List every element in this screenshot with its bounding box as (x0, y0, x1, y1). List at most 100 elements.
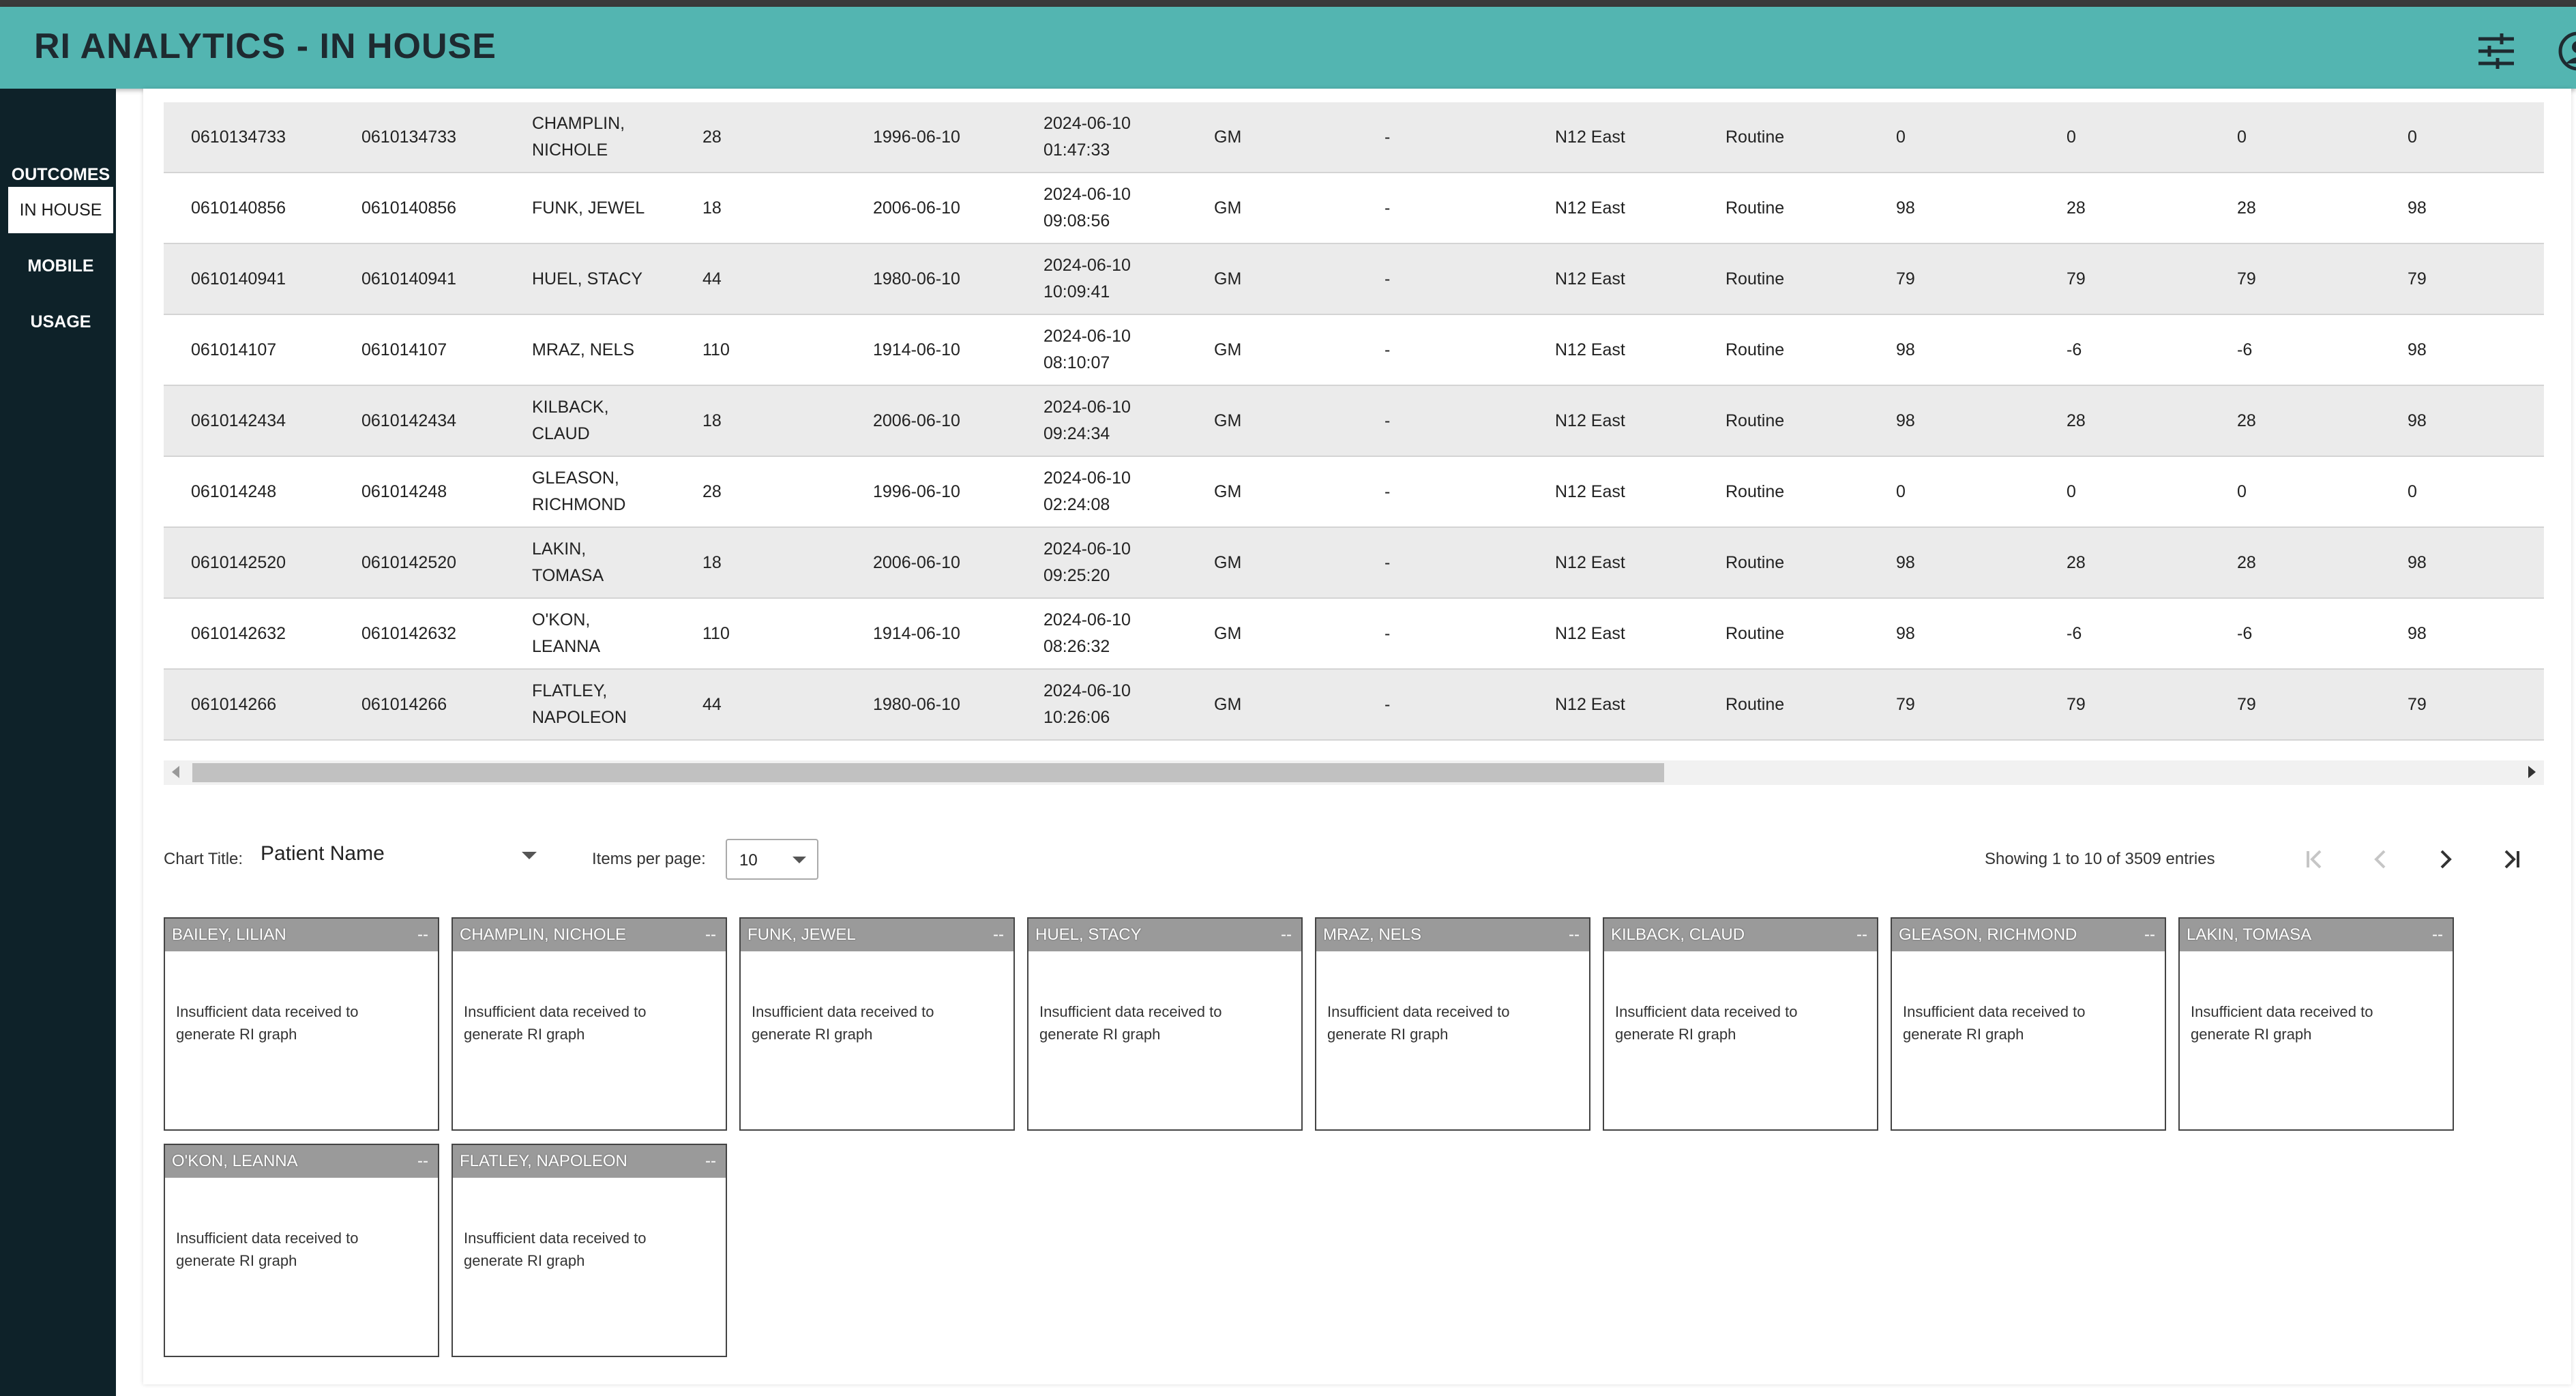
cell-patient-name: CHAMPLIN, NICHOLE (532, 114, 625, 160)
sidebar-item-mobile[interactable]: MOBILE (8, 243, 113, 289)
horizontal-scrollbar[interactable] (164, 760, 2544, 785)
cell-value-2: -6 (2067, 623, 2082, 643)
ri-graph-card[interactable]: MRAZ, NELS -- Insufficient data received t… (1315, 917, 1590, 1131)
cell-patient-name: LAKIN, TOMASA (532, 539, 604, 585)
table-row[interactable]: 0610142434 0610142434 KILBACK, CLAUD 18 2006… (164, 386, 2544, 457)
cell-value-2: 79 (2067, 269, 2086, 288)
first-page-icon[interactable] (2298, 843, 2331, 876)
prev-page-icon[interactable] (2364, 843, 2397, 876)
card-header: FUNK, JEWEL -- (741, 919, 1013, 951)
items-per-page-value: 10 (739, 851, 758, 870)
table-row[interactable]: 061014107 061014107 MRAZ, NELS 110 1914-06-1… (164, 315, 2544, 386)
cell-service: GM (1214, 694, 1242, 714)
sidebar-nav: OUTCOMES IN HOUSE MOBILE USAGE (0, 89, 116, 1396)
cell-value-1: 79 (1896, 269, 1915, 288)
table-row[interactable]: 061014248 061014248 GLEASON, RICHMOND 28 199… (164, 457, 2544, 528)
card-message: Insufficient data received to generate R… (1039, 1003, 1222, 1043)
cell-patient-name: HUEL, STACY (532, 269, 643, 288)
scroll-left-icon[interactable] (172, 766, 179, 778)
cell-collection-time: 2024-06-10 10:26:06 (1043, 681, 1131, 727)
data-table: 0610134733 0610134733 CHAMPLIN, NICHOLE 28 1… (164, 102, 2544, 829)
cell-service: GM (1214, 411, 1242, 430)
cell-record-id: 0610142632 (191, 623, 286, 643)
cell-patient-name: FLATLEY, NAPOLEON (532, 681, 627, 727)
cell-unit: N12 East (1555, 411, 1625, 430)
cell-value-4: 98 (2408, 411, 2427, 430)
table-row[interactable]: 0610142632 0610142632 O'KON, LEANNA 110 1914… (164, 599, 2544, 670)
cell-value-2: 28 (2067, 198, 2086, 218)
cell-collection-time: 2024-06-10 01:47:33 (1043, 114, 1131, 160)
table-row[interactable]: 0610142520 0610142520 LAKIN, TOMASA 18 2006-… (164, 528, 2544, 599)
cell-collection-time: 2024-06-10 08:26:32 (1043, 610, 1131, 656)
card-value: -- (993, 925, 1004, 944)
table-row[interactable]: 0610134733 0610134733 CHAMPLIN, NICHOLE 28 1… (164, 102, 2544, 173)
cell-status: - (1385, 552, 1391, 572)
cell-value-3: 28 (2237, 411, 2256, 430)
cell-priority: Routine (1726, 411, 1785, 430)
cell-record-id: 0610142434 (191, 411, 286, 430)
ri-graph-card[interactable]: HUEL, STACY -- Insufficient data received … (1027, 917, 1303, 1131)
card-header: BAILEY, LILIAN -- (165, 919, 438, 951)
table-row[interactable]: 0610140856 0610140856 FUNK, JEWEL 18 2006-06… (164, 173, 2544, 244)
ri-graph-card[interactable]: KILBACK, CLAUD -- Insufficient data receiv… (1603, 917, 1878, 1131)
cell-birth-date: 1980-06-10 (873, 694, 960, 714)
ri-graph-card[interactable]: O'KON, LEANNA -- Insufficient data receive… (164, 1144, 439, 1357)
scroll-right-icon[interactable] (2528, 766, 2536, 778)
cell-value-3: 79 (2237, 694, 2256, 714)
cell-value-2: -6 (2067, 340, 2082, 359)
card-message: Insufficient data received to generate R… (1615, 1003, 1798, 1043)
items-per-page-select[interactable]: 10 (726, 839, 818, 880)
cell-status: - (1385, 411, 1391, 430)
cell-record-id: 0610140941 (191, 269, 286, 288)
card-patient-name: KILBACK, CLAUD (1611, 925, 1745, 944)
cell-record-id: 061014107 (191, 340, 277, 359)
cell-age: 110 (702, 623, 730, 643)
ri-graph-card[interactable]: CHAMPLIN, NICHOLE -- Insufficient data rec… (451, 917, 727, 1131)
cell-service: GM (1214, 269, 1242, 288)
ri-graph-card[interactable]: GLEASON, RICHMOND -- Insufficient data rec… (1891, 917, 2166, 1131)
next-page-icon[interactable] (2429, 843, 2462, 876)
ri-graph-card[interactable]: LAKIN, TOMASA -- Insufficient data receive… (2178, 917, 2454, 1131)
cell-service: GM (1214, 552, 1242, 572)
cell-service: GM (1214, 340, 1242, 359)
card-value: -- (1856, 925, 1867, 944)
cell-patient-id: 061014248 (361, 481, 447, 501)
cell-value-3: 28 (2237, 552, 2256, 572)
sidebar-item-in-house[interactable]: IN HOUSE (8, 187, 113, 233)
card-patient-name: MRAZ, NELS (1323, 925, 1422, 944)
filter-sliders-icon[interactable] (2476, 31, 2517, 72)
ri-graph-card[interactable]: BAILEY, LILIAN -- Insufficient data receiv… (164, 917, 439, 1131)
cell-unit: N12 East (1555, 127, 1625, 147)
cell-status: - (1385, 481, 1391, 501)
cell-patient-id: 0610140856 (361, 198, 457, 218)
chevron-down-icon (793, 857, 806, 863)
card-message: Insufficient data received to generate R… (176, 1230, 359, 1269)
scrollbar-thumb[interactable] (192, 763, 1664, 782)
card-value: -- (705, 925, 716, 944)
card-message: Insufficient data received to generate R… (1903, 1003, 2086, 1043)
cell-service: GM (1214, 127, 1242, 147)
table-row[interactable]: 061014266 061014266 FLATLEY, NAPOLEON 44 198… (164, 670, 2544, 741)
cell-age: 28 (702, 127, 722, 147)
cell-collection-time: 2024-06-10 08:10:07 (1043, 327, 1131, 372)
cell-patient-name: MRAZ, NELS (532, 340, 635, 359)
user-profile-icon[interactable] (2558, 31, 2576, 72)
ri-graph-card[interactable]: FUNK, JEWEL -- Insufficient data received … (739, 917, 1015, 1131)
cell-record-id: 0610142520 (191, 552, 286, 572)
last-page-icon[interactable] (2495, 843, 2528, 876)
chart-title-label: Chart Title: (164, 850, 243, 868)
ri-graph-card[interactable]: FLATLEY, NAPOLEON -- Insufficient data rec… (451, 1144, 727, 1357)
cell-service: GM (1214, 481, 1242, 501)
cell-value-1: 0 (1896, 127, 1906, 147)
card-value: -- (705, 1152, 716, 1170)
cell-service: GM (1214, 623, 1242, 643)
cell-value-4: 0 (2408, 481, 2417, 501)
cell-value-4: 98 (2408, 340, 2427, 359)
chart-title-select[interactable]: Patient Name (261, 842, 537, 874)
sidebar-item-usage[interactable]: USAGE (8, 299, 113, 345)
cell-status: - (1385, 269, 1391, 288)
cell-birth-date: 1914-06-10 (873, 340, 960, 359)
cell-patient-name: KILBACK, CLAUD (532, 398, 609, 443)
cell-unit: N12 East (1555, 340, 1625, 359)
table-row[interactable]: 0610140941 0610140941 HUEL, STACY 44 1980-06… (164, 244, 2544, 315)
